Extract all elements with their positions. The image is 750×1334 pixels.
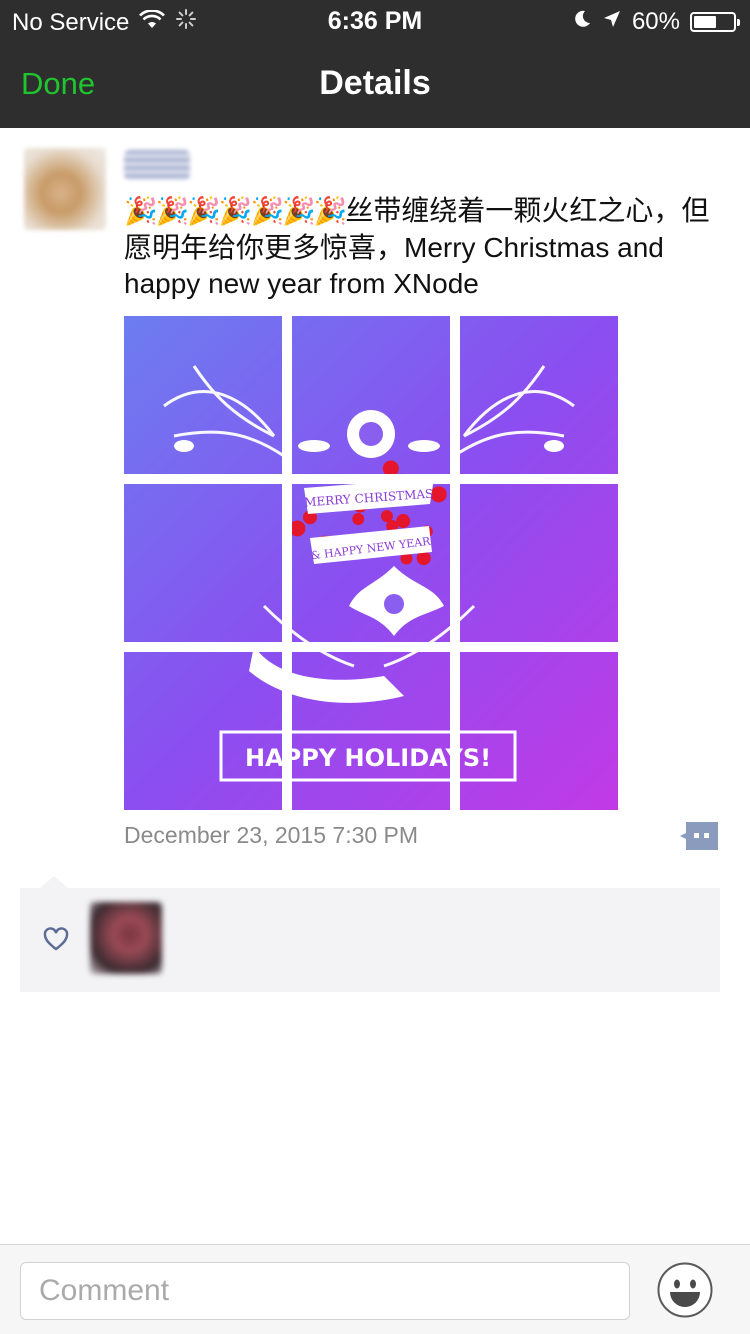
post-timestamp: December 23, 2015 7:30 PM	[124, 822, 419, 848]
photo-tile[interactable]: MERRY CHRISTMAS & HAPPY NEW YEAR HAPPY H…	[124, 484, 282, 642]
liker-avatar[interactable]	[90, 902, 162, 974]
top-bar: No Service 6:36 PM 60% Done Details	[0, 0, 750, 128]
author-name-blurred[interactable]	[124, 150, 190, 180]
photo-tile[interactable]: MERRY CHRISTMAS & HAPPY NEW YEAR HAPPY H…	[460, 484, 618, 642]
smiley-icon[interactable]	[657, 1262, 713, 1318]
navigation-bar: Done Details	[0, 42, 750, 128]
photo-tile[interactable]: MERRY CHRISTMAS & HAPPY NEW YEAR HAPPY H…	[460, 316, 618, 474]
photo-image: MERRY CHRISTMAS & HAPPY NEW YEAR HAPPY H…	[124, 316, 282, 474]
photo-image: MERRY CHRISTMAS & HAPPY NEW YEAR HAPPY H…	[292, 316, 450, 474]
party-popper-emoji: 🎉🎉🎉🎉🎉🎉🎉	[124, 196, 347, 226]
location-arrow-icon	[602, 8, 622, 36]
post-text: 🎉🎉🎉🎉🎉🎉🎉丝带缠绕着一颗火红之心，但愿明年给你更多惊喜，Merry Chri…	[124, 193, 728, 303]
battery-percent: 60%	[631, 8, 680, 35]
comment-input[interactable]	[20, 1262, 630, 1320]
likes-section	[20, 876, 720, 992]
photo-image: MERRY CHRISTMAS & HAPPY NEW YEAR HAPPY H…	[460, 484, 618, 642]
photo-grid: MERRY CHRISTMAS & HAPPY NEW YEAR HA PPY H…	[124, 316, 618, 810]
svg-text:HAPPY HOLIDAYS!: HAPPY HOLIDAYS!	[460, 744, 491, 772]
status-bar: No Service 6:36 PM 60%	[0, 0, 750, 42]
comment-bar	[0, 1244, 750, 1334]
photo-image: MERRY CHRISTMAS & HAPPY NEW YEAR HAPPY H…	[292, 652, 450, 810]
svg-text:HAPPY HOLIDAYS!: HAPPY HOLIDAYS!	[245, 744, 282, 772]
photo-image: MERRY CHRISTMAS & HAPPY NEW YEAR HAPPY H…	[124, 484, 282, 642]
photo-image: MERRY CHRISTMAS & HAPPY NEW YEAR HAPPY H…	[460, 652, 618, 810]
heart-icon	[42, 926, 70, 952]
photo-image: MERRY CHRISTMAS & HAPPY NEW YEAR HAPPY H…	[460, 316, 618, 474]
battery-icon	[690, 12, 740, 32]
photo-tile[interactable]: MERRY CHRISTMAS & HAPPY NEW YEAR HAPPY H…	[292, 316, 450, 474]
svg-text:HAPPY HOLIDAYS!: HAPPY HOLIDAYS!	[292, 744, 450, 772]
photo-image: MERRY CHRISTMAS & HAPPY NEW YEAR HAPPY H…	[292, 484, 450, 642]
photo-tile[interactable]: MERRY CHRISTMAS & HAPPY NEW YEAR HAPPY H…	[292, 484, 450, 642]
photo-tile[interactable]: MERRY CHRISTMAS & HAPPY NEW YEAR HAPPY H…	[292, 652, 450, 810]
page-title: Details	[319, 64, 431, 102]
photo-tile[interactable]: MERRY CHRISTMAS & HAPPY NEW YEAR HAPPY H…	[124, 652, 282, 810]
moon-icon	[572, 8, 592, 36]
battery-fill	[694, 16, 716, 28]
author-avatar[interactable]	[24, 148, 106, 230]
photo-image: MERRY CHRISTMAS & HAPPY NEW YEAR HAPPY H…	[124, 652, 282, 810]
photo-tile[interactable]: MERRY CHRISTMAS & HAPPY NEW YEAR HAPPY H…	[124, 316, 282, 474]
comment-bubble-icon[interactable]	[680, 822, 718, 850]
photo-tile[interactable]: MERRY CHRISTMAS & HAPPY NEW YEAR HAPPY H…	[460, 652, 618, 810]
